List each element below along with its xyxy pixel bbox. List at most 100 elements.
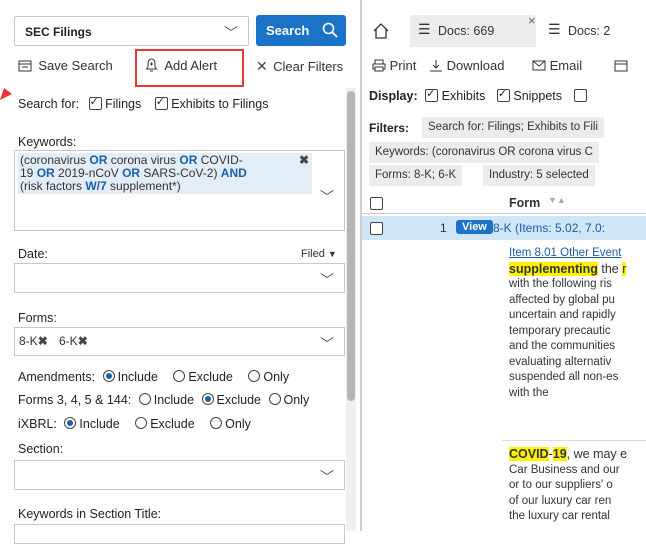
snippets-checkbox[interactable] — [496, 87, 510, 102]
f344-include-radio[interactable] — [138, 393, 151, 405]
table-row[interactable]: 1 View 8-K (Items: 5.02, 7.0: — [362, 216, 646, 240]
section-label: Section: — [18, 442, 64, 456]
search-for-label: Search for: — [18, 97, 80, 111]
amend-exclude-radio[interactable] — [173, 370, 186, 382]
save-search-icon — [18, 60, 32, 72]
snippet-line: evaluating alternativ — [509, 355, 612, 368]
filter-chip-search-for[interactable]: Search for: Filings; Exhibits to Fili — [422, 117, 605, 138]
email-button[interactable]: Email — [532, 58, 582, 73]
snippet-line: with the following ris — [509, 278, 612, 290]
left-scrollbar-track[interactable] — [346, 88, 356, 531]
add-alert-button[interactable]: Add Alert — [145, 58, 217, 76]
kw-text: (risk factors — [20, 179, 86, 193]
date-label: Date: — [18, 247, 48, 261]
row-checkbox[interactable] — [370, 222, 383, 235]
exhibits-display-checkbox[interactable] — [425, 87, 439, 102]
highlight: COVID — [509, 447, 549, 461]
remove-tag-icon[interactable]: ✖ — [78, 334, 88, 348]
row-form[interactable]: 8-K (Items: 5.02, 7.0: — [493, 221, 605, 235]
ixbrl-include-label: Include — [79, 417, 120, 431]
save-icon[interactable] — [614, 59, 628, 72]
form-tag[interactable]: 6-K✖ — [59, 334, 88, 348]
left-scrollbar-thumb[interactable] — [347, 91, 355, 401]
snippet-line: Car Business and our — [509, 463, 620, 476]
keywords-field[interactable]: (coronavirus OR corona virus OR COVID- 1… — [14, 150, 345, 231]
forms-select[interactable]: 8-K✖ 6-K✖ ﹀ — [14, 327, 345, 356]
collection-select[interactable]: SEC Filings ﹀ — [14, 16, 249, 46]
table-header: Form ▼▲ — [362, 193, 646, 214]
remove-keywords-icon[interactable]: ✖ — [299, 153, 309, 167]
ixbrl-only-radio[interactable] — [210, 417, 223, 429]
save-search-label: Save Search — [38, 58, 113, 73]
tab-docs-2[interactable]: ☰ Docs: 2 — [544, 15, 646, 47]
close-tab-icon[interactable]: × — [528, 13, 536, 28]
snippet-line: affected by global pu — [509, 293, 615, 306]
forms-label: Forms: — [18, 311, 57, 325]
amend-only-label: Only — [263, 370, 290, 384]
ixbrl-include-radio[interactable] — [64, 417, 77, 429]
f344-only-radio[interactable] — [268, 393, 281, 405]
kw-op: OR — [36, 166, 55, 180]
close-icon: ✕ — [256, 58, 268, 74]
filed-dropdown[interactable]: Filed ▼ — [301, 248, 337, 260]
remove-tag-icon[interactable]: ✖ — [38, 334, 48, 348]
results-panel: ☰ Docs: 669 × ☰ Docs: 2 Print Download E… — [362, 0, 646, 531]
snippet-link[interactable]: Item 8.01 Other Event — [509, 246, 646, 262]
display-row: Display: Exhibits Snippets — [369, 87, 587, 103]
sort-icon[interactable]: ▼▲ — [548, 195, 566, 205]
exhibits-checkbox[interactable] — [154, 95, 168, 110]
chevron-down-icon[interactable]: ﹀ — [320, 187, 334, 207]
add-alert-label: Add Alert — [164, 58, 218, 73]
filings-label: Filings — [105, 97, 142, 111]
kw-text: corona virus — [107, 153, 180, 167]
ixbrl-only-label: Only — [225, 417, 251, 431]
search-panel: SEC Filings ﹀ Search Save Search Add Ale… — [0, 0, 360, 544]
amend-include-radio[interactable] — [102, 370, 115, 382]
section-select[interactable]: ﹀ — [14, 460, 345, 490]
filter-chip-industry[interactable]: Industry: 5 selected — [483, 165, 595, 186]
search-button[interactable]: Search — [256, 15, 346, 46]
kw-op: OR — [179, 153, 198, 167]
snippet-1: Item 8.01 Other Event supplementing the … — [509, 246, 646, 401]
search-icon — [322, 22, 338, 38]
clear-filters-button[interactable]: ✕ Clear Filters — [256, 58, 343, 76]
filings-checkbox[interactable] — [88, 95, 102, 110]
select-all-checkbox[interactable] — [370, 197, 383, 210]
kw-text: 2019-nCoV — [54, 166, 123, 180]
snippet-line: supplementing the r — [509, 261, 646, 278]
filter-chip-keywords[interactable]: Keywords: (coronavirus OR corona virus C — [369, 142, 599, 163]
download-button[interactable]: Download — [429, 58, 504, 73]
ixbrl-exclude-radio[interactable] — [135, 417, 148, 429]
kw-section-title-label: Keywords in Section Title: — [18, 507, 162, 521]
save-search-button[interactable]: Save Search — [18, 58, 113, 76]
date-select[interactable]: ﹀ — [14, 263, 345, 293]
exhibits-display-label: Exhibits — [441, 89, 486, 103]
snippet-line: uncertain and rapidly — [509, 309, 616, 321]
filter-chip-forms[interactable]: Forms: 8-K; 6-K — [369, 165, 463, 186]
col-form-header[interactable]: Form — [509, 196, 540, 210]
filter-chip-label: Industry: 5 selected — [489, 169, 589, 181]
snippet-line: and the communities — [509, 340, 616, 352]
amend-only-radio[interactable] — [248, 370, 261, 382]
filter-chip-label: Search for: Filings; Exhibits to Fili — [428, 121, 599, 133]
clear-filters-label: Clear Filters — [273, 59, 344, 74]
home-icon[interactable] — [372, 22, 390, 40]
snippet-line: suspended all non-es — [509, 371, 619, 383]
f344-exclude-radio[interactable] — [201, 393, 214, 405]
amend-include-label: Include — [117, 370, 158, 384]
snippet-line: or to our suppliers' o — [509, 479, 613, 491]
highlight: supplementing — [509, 261, 598, 276]
ixbrl-label: iXBRL: — [18, 417, 57, 431]
kw-section-title-field[interactable] — [14, 524, 345, 544]
view-button[interactable]: View — [456, 220, 493, 234]
tab-docs-669[interactable]: ☰ Docs: 669 × — [410, 13, 536, 47]
kw-op: OR — [89, 153, 108, 167]
form-tag[interactable]: 8-K✖ — [19, 334, 48, 348]
keywords-text: (coronavirus OR corona virus OR COVID- 1… — [18, 153, 312, 194]
download-icon — [430, 60, 442, 72]
highlight: 19 — [552, 447, 567, 461]
snippet-line: the luxury car rental — [509, 510, 610, 522]
extra-checkbox[interactable] — [573, 89, 587, 102]
print-button[interactable]: Print — [372, 58, 416, 73]
print-label: Print — [389, 58, 417, 73]
